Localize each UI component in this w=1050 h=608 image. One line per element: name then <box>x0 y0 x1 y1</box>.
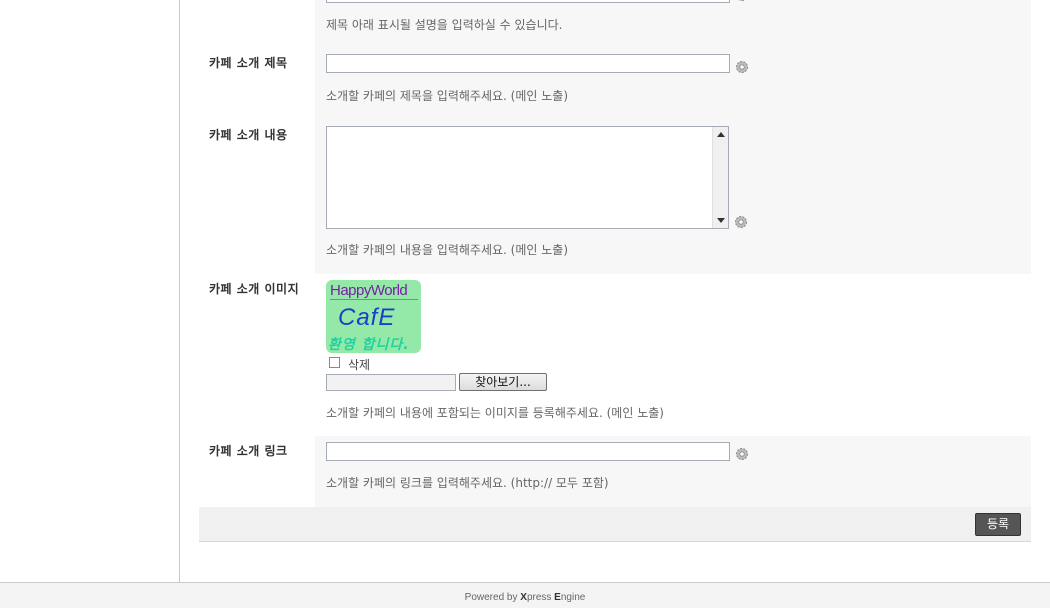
intro-link-desc: 소개할 카페의 링크를 입력해주세요. (http:// 모두 포함) <box>326 476 609 490</box>
intro-content-textarea[interactable] <box>326 126 729 229</box>
gear-icon[interactable] <box>734 215 748 229</box>
cafe-intro-image: HappyWorld CafE 환영 합니다. <box>326 280 421 353</box>
gear-icon[interactable] <box>735 447 749 461</box>
subtitle-desc: 제목 아래 표시될 설명을 입력하실 수 있습니다. <box>326 18 563 32</box>
intro-link-input[interactable] <box>326 442 730 461</box>
row-intro-image: 카페 소개 이미지 HappyWorld CafE 환영 합니다. 삭제 찾아보… <box>199 274 1031 437</box>
intro-title-label: 카페 소개 제목 <box>209 56 288 70</box>
intro-image-desc: 소개할 카페의 내용에 포함되는 이미지를 등록해주세요. (메인 노출) <box>326 406 664 420</box>
browse-button[interactable]: 찾아보기... <box>459 373 547 391</box>
footer: Powered by Xpress Engine <box>0 582 1050 608</box>
left-sidebar <box>0 0 180 582</box>
row-intro-content: 카페 소개 내용 소개할 카페의 내용을 입력해주세요. (메인 노출) <box>199 120 1031 275</box>
intro-title-desc: 소개할 카페의 제목을 입력해주세요. (메인 노출) <box>326 89 569 103</box>
scroll-up-icon[interactable] <box>717 132 725 137</box>
scroll-down-icon[interactable] <box>717 218 725 223</box>
intro-link-label: 카페 소개 링크 <box>209 444 288 458</box>
row-subtitle: 제목 아래 표시될 설명을 입력하실 수 있습니다. <box>199 0 1031 49</box>
row-intro-title: 카페 소개 제목 소개할 카페의 제목을 입력해주세요. (메인 노출) <box>199 48 1031 121</box>
intro-content-label: 카페 소개 내용 <box>209 128 288 142</box>
gear-icon[interactable] <box>735 0 749 2</box>
textarea-scrollbar[interactable] <box>712 127 728 228</box>
submit-button[interactable]: 등록 <box>975 513 1021 536</box>
powered-by-text: Powered by Xpress Engine <box>464 592 586 603</box>
delete-image-checkbox[interactable] <box>329 357 340 368</box>
image-file-input[interactable] <box>326 374 456 391</box>
intro-image-label: 카페 소개 이미지 <box>209 282 300 296</box>
row-intro-link: 카페 소개 링크 소개할 카페의 링크를 입력해주세요. (http:// 모두… <box>199 436 1031 508</box>
submit-bar: 등록 <box>199 507 1031 542</box>
subtitle-input[interactable] <box>326 0 730 3</box>
intro-content-desc: 소개할 카페의 내용을 입력해주세요. (메인 노출) <box>326 243 569 257</box>
delete-image-label: 삭제 <box>348 358 371 372</box>
gear-icon[interactable] <box>735 60 749 74</box>
intro-title-input[interactable] <box>326 54 730 73</box>
